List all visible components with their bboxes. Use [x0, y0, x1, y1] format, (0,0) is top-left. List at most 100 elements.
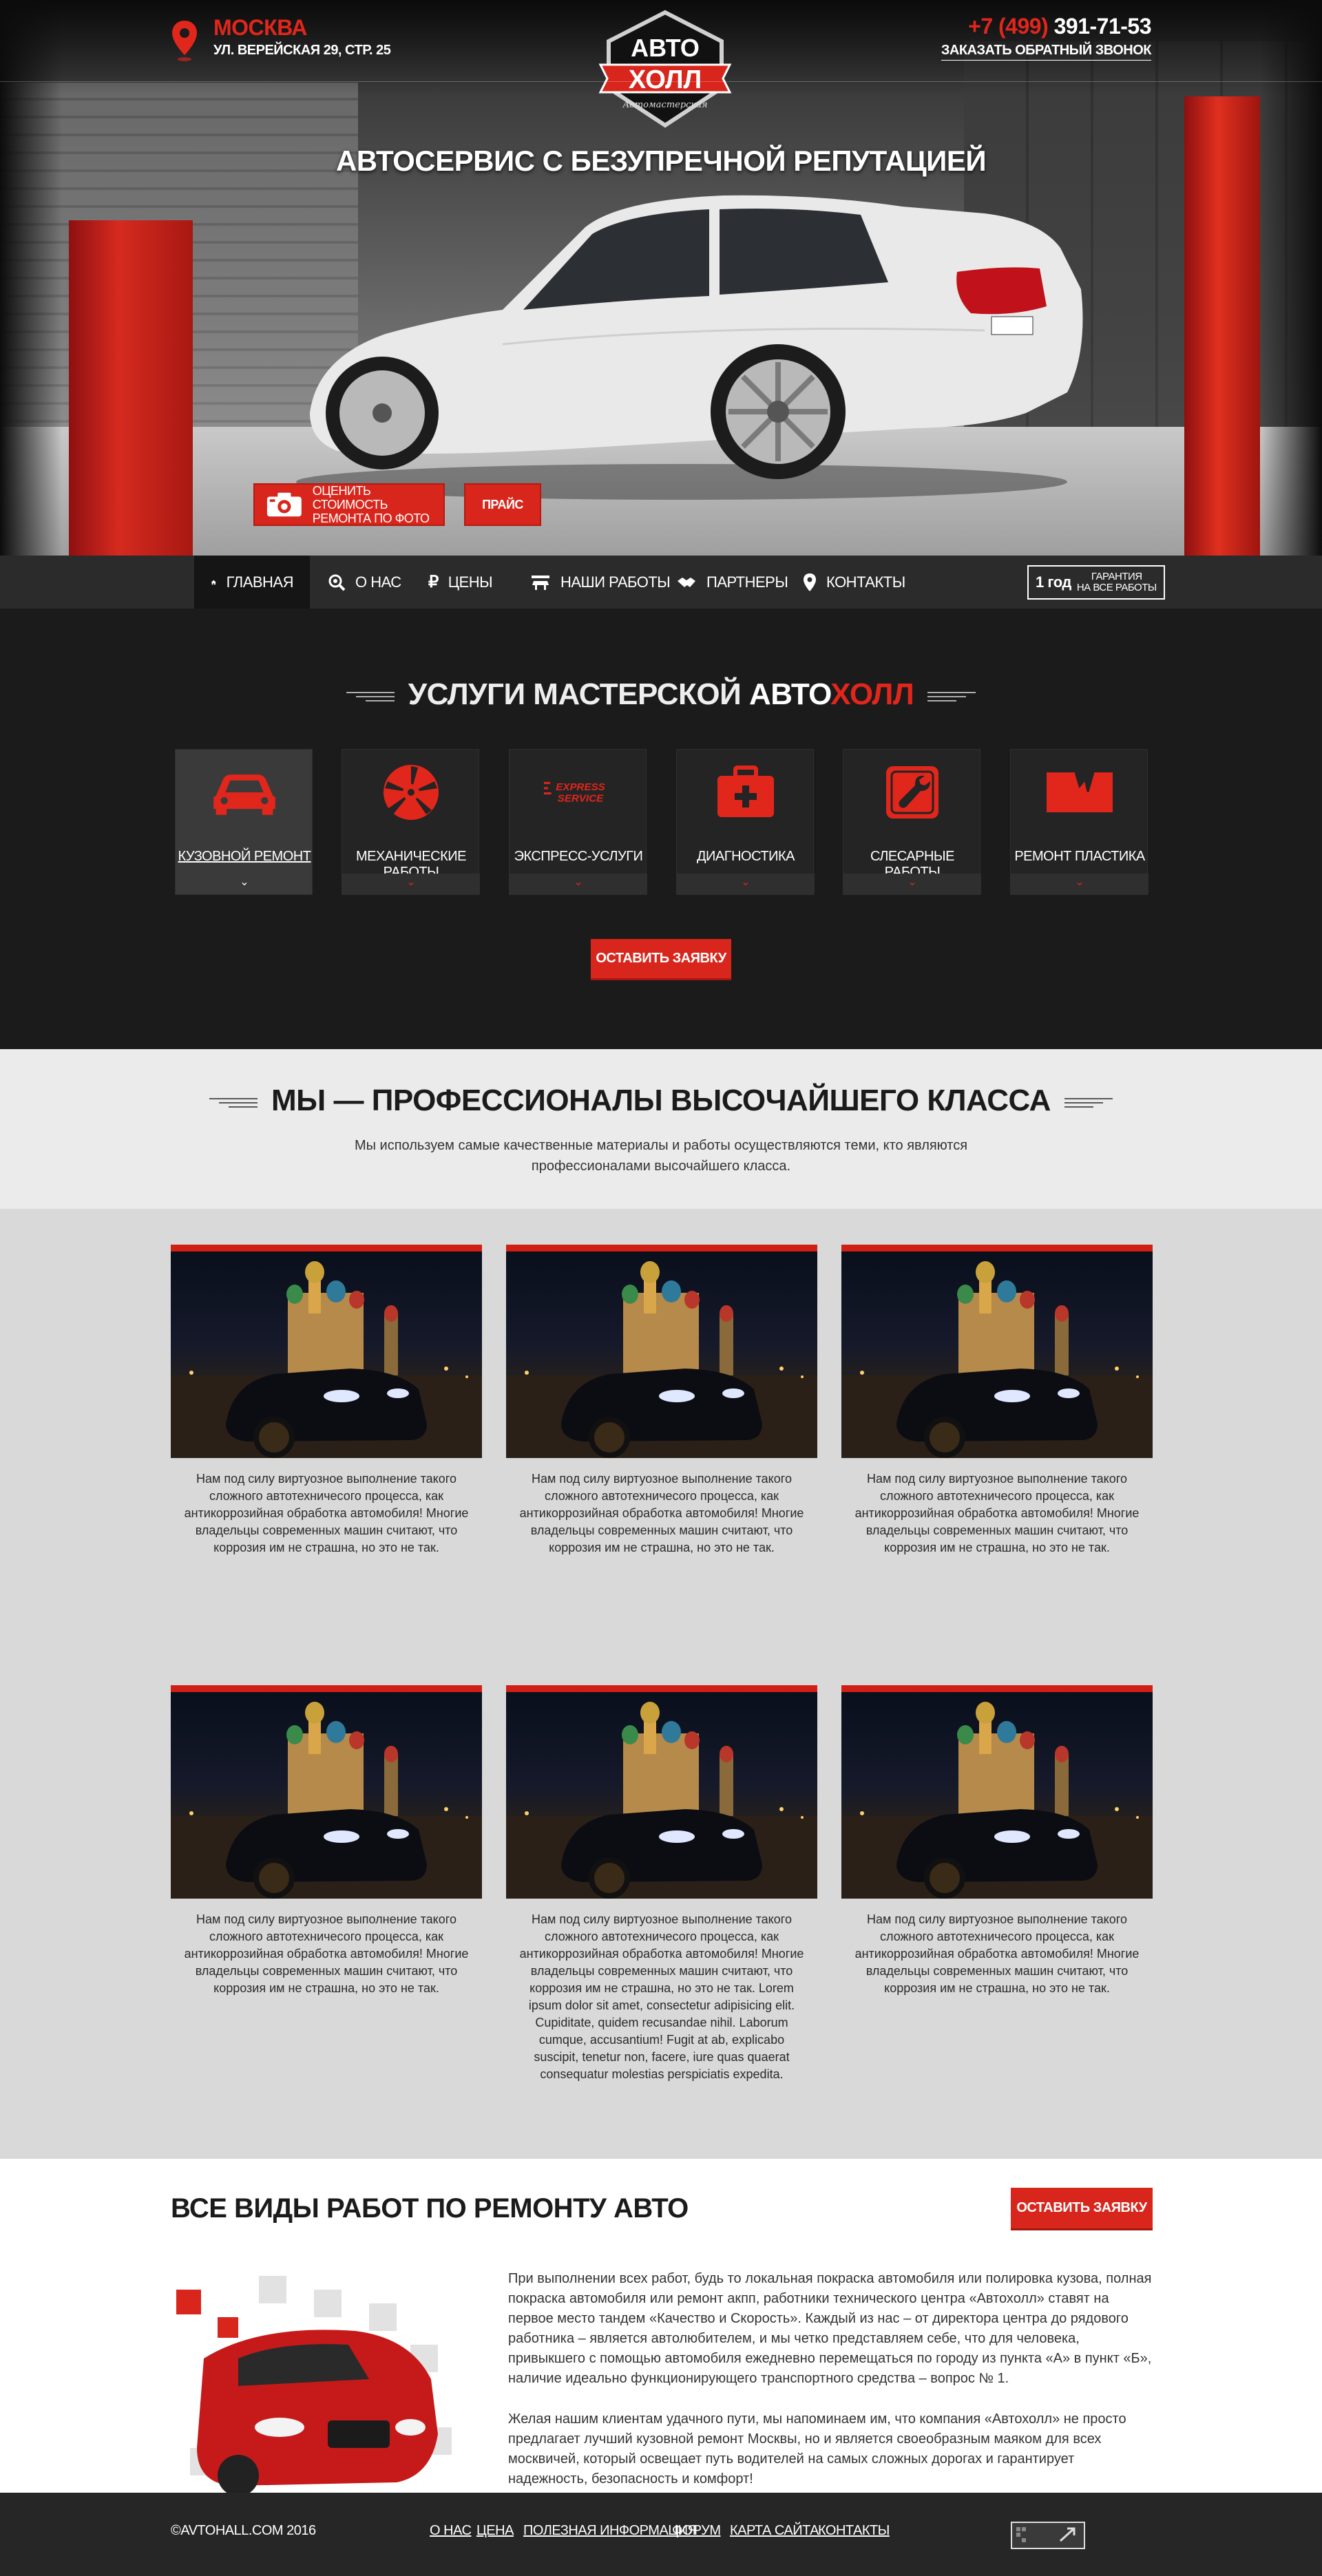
estimate-button-text: ОЦЕНИТЬ СТОИМОСТЬ РЕМОНТА ПО ФОТО: [313, 484, 443, 525]
service-card-plastic[interactable]: РЕМОНТ ПЛАСТИКА ⌄: [1010, 749, 1148, 895]
guarantee-line-2: НА ВСЕ РАБОТЫ: [1076, 582, 1157, 593]
footer-link-price[interactable]: ЦЕНА: [476, 2523, 514, 2539]
visit-counter-badge[interactable]: [1011, 2522, 1085, 2549]
chevron-down-icon: ⌄: [240, 876, 249, 888]
chevron-down-icon: ⌄: [1075, 876, 1084, 888]
phone-number[interactable]: +7 (499) 391-71-53: [968, 14, 1151, 39]
estimate-line-1: ОЦЕНИТЬ СТОИМОСТЬ: [312, 484, 388, 511]
footer-link-sitemap[interactable]: КАРТА САЙТА: [730, 2523, 819, 2539]
repair-works-title: ВСЕ ВИДЫ РАБОТ ПО РЕМОНТУ АВТО: [171, 2193, 689, 2224]
footer-link-contacts[interactable]: КОНТАКТЫ: [818, 2523, 890, 2539]
footer-link-about[interactable]: О НАС: [430, 2523, 472, 2539]
gallery-card-text: Нам под силу виртуозное выполнение таког…: [854, 1472, 1140, 1554]
ruble-icon: ₽: [428, 573, 439, 591]
services-title-accent: ХОЛЛ: [830, 677, 914, 711]
main-navigation: ГЛАВНАЯ О НАС ₽ ЦЕНЫ НАШИ РАБОТЫ ПАРТНЕР…: [0, 556, 1322, 609]
price-button[interactable]: ПРАЙС: [464, 483, 541, 526]
gallery-photo: [841, 1245, 1153, 1458]
wrench-icon: [878, 765, 947, 820]
location-pin-icon: [172, 21, 197, 61]
night-cathedral-car-photo: [841, 1261, 1153, 1458]
gear-wheel-icon: [377, 765, 445, 820]
search-gear-icon: [328, 574, 346, 591]
services-title-plain: УСЛУГИ МАСТЕРСКОЙ: [408, 677, 749, 711]
callback-link[interactable]: ЗАКАЗАТЬ ОБРАТНЫЙ ЗВОНОК: [941, 43, 1152, 61]
service-card-mechanical[interactable]: МЕХАНИЧЕСКИЕ РАБОТЫ ⌄: [342, 749, 480, 895]
hero-vignette-left: [0, 0, 62, 556]
gallery-card-text: Нам под силу виртуозное выполнение таког…: [854, 1912, 1140, 1995]
address-label: УЛ. ВЕРЕЙСКАЯ 29, СТР. 25: [213, 43, 391, 58]
title-decoration-right: [927, 689, 976, 703]
gallery-card[interactable]: Нам под силу виртуозное выполнение таког…: [841, 1685, 1153, 1997]
chevron-down-icon: ⌄: [574, 876, 583, 888]
night-cathedral-car-photo: [506, 1261, 817, 1458]
estimate-by-photo-button[interactable]: ОЦЕНИТЬ СТОИМОСТЬ РЕМОНТА ПО ФОТО: [253, 483, 445, 526]
night-cathedral-car-photo: [171, 1702, 482, 1899]
gallery-photo: [506, 1685, 817, 1899]
submit-request-button-secondary[interactable]: ОСТАВИТЬ ЗАЯВКУ: [1011, 2188, 1153, 2230]
red-lift-pillar-left: [69, 220, 193, 556]
service-card-locksmith[interactable]: СЛЕСАРНЫЕ РАБОТЫ ⌄: [843, 749, 981, 895]
express-badge-line-1: EXPRESS: [556, 781, 605, 793]
professionals-description: Мы используем самые качественные материа…: [354, 1138, 968, 1174]
copyright: ©AVTOHALL.COM 2016: [171, 2523, 316, 2538]
services-title-brand: АВТО: [748, 677, 831, 711]
home-icon: [211, 580, 216, 584]
nav-label: КОНТАКТЫ: [826, 573, 905, 591]
service-card-express[interactable]: EXPRESS SERVICE ЭКСПРЕСС-УСЛУГИ ⌄: [509, 749, 647, 895]
nav-item-prices[interactable]: ₽ ЦЕНЫ: [412, 556, 509, 609]
site-header: МОСКВА УЛ. ВЕРЕЙСКАЯ 29, СТР. 25 АВТО ХО…: [0, 0, 1322, 128]
footer-link-useful-info[interactable]: ПОЛЕЗНАЯ ИНФОРМАЦИЯ: [523, 2523, 697, 2539]
broken-panel-icon: [1045, 765, 1114, 820]
nav-item-about[interactable]: О НАС: [311, 556, 418, 609]
gallery-card[interactable]: Нам под силу виртуозное выполнение таког…: [171, 1685, 482, 1997]
gallery-photo: [841, 1685, 1153, 1899]
gallery-photo: [171, 1685, 482, 1899]
counter-graph-icon: [1016, 2527, 1076, 2542]
nav-label: ГЛАВНАЯ: [226, 573, 294, 591]
gallery-card[interactable]: Нам под силу виртуозное выполнение таког…: [841, 1245, 1153, 1556]
logo-main-text: ХОЛЛ: [629, 65, 702, 94]
title-decoration-right: [1064, 1095, 1113, 1109]
nav-item-partners[interactable]: ПАРТНЕРЫ: [660, 556, 804, 609]
professionals-title-text: МЫ — ПРОФЕССИОНАЛЫ ВЫСОЧАЙШЕГО КЛАССА: [271, 1084, 1051, 1117]
chevron-down-icon: ⌄: [741, 876, 751, 888]
night-cathedral-car-photo: [171, 1261, 482, 1458]
guarantee-period: 1 год: [1036, 573, 1071, 591]
title-decoration-left: [209, 1095, 258, 1109]
chevron-down-icon: ⌄: [907, 876, 917, 888]
handshake-icon: [678, 577, 695, 587]
hero-title: АВТОСЕРВИС С БЕЗУПРЕЧНОЙ РЕПУТАЦИЕЙ: [335, 145, 987, 177]
professionals-title: МЫ — ПРОФЕССИОНАЛЫ ВЫСОЧАЙШЕГО КЛАССА: [0, 1084, 1322, 1118]
location-pin-icon: [804, 573, 816, 591]
service-card-diagnostics[interactable]: ДИАГНОСТИКА ⌄: [676, 749, 815, 895]
repair-works-section: ВСЕ ВИДЫ РАБОТ ПО РЕМОНТУ АВТО ОСТАВИТЬ …: [0, 2159, 1322, 2493]
service-card-body-repair[interactable]: КУЗОВНОЙ РЕМОНТ ⌄: [175, 749, 313, 895]
footer-link-forum[interactable]: ФОРУМ: [672, 2523, 721, 2539]
site-logo[interactable]: АВТО ХОЛЛ Автомастерская: [596, 8, 734, 132]
services-section: УСЛУГИ МАСТЕРСКОЙ АВТОХОЛЛ КУЗОВНОЙ РЕМО…: [0, 609, 1322, 1049]
camera-icon: [266, 492, 302, 517]
services-title: УСЛУГИ МАСТЕРСКОЙ АВТОХОЛЛ: [0, 677, 1322, 712]
repair-works-paragraph-2: Желая нашим клиентам удачного пути, мы н…: [508, 2411, 1126, 2487]
submit-request-button[interactable]: ОСТАВИТЬ ЗАЯВКУ: [591, 939, 731, 980]
estimate-line-2: РЕМОНТА ПО ФОТО: [312, 511, 430, 525]
nav-item-home[interactable]: ГЛАВНАЯ: [194, 556, 310, 609]
night-cathedral-car-photo: [506, 1702, 817, 1899]
service-label: КУЗОВНОЙ РЕМОНТ: [178, 849, 311, 864]
gallery-card-text: Нам под силу виртуозное выполнение таког…: [519, 1912, 804, 2081]
gallery-card[interactable]: Нам под силу виртуозное выполнение таког…: [506, 1245, 817, 1556]
nav-item-contacts[interactable]: КОНТАКТЫ: [786, 556, 922, 609]
gallery-card-text: Нам под силу виртуозное выполнение таког…: [184, 1912, 469, 1995]
phone-code: +7 (499): [968, 14, 1049, 39]
gallery-card[interactable]: Нам под силу виртуозное выполнение таког…: [171, 1245, 482, 1556]
gallery-card[interactable]: Нам под силу виртуозное выполнение таког…: [506, 1685, 817, 2083]
service-label: РЕМОНТ ПЛАСТИКА: [1014, 849, 1145, 864]
guarantee-text: ГАРАНТИЯ НА ВСЕ РАБОТЫ: [1077, 571, 1157, 593]
car-lift-icon: [532, 575, 549, 590]
header-divider: [0, 81, 1322, 82]
phone-digits: 391-71-53: [1053, 14, 1152, 39]
first-aid-kit-icon: [711, 765, 780, 820]
site-footer: ©AVTOHALL.COM 2016 О НАС ЦЕНА ПОЛЕЗНАЯ И…: [0, 2493, 1322, 2576]
service-label: ДИАГНОСТИКА: [697, 849, 795, 864]
